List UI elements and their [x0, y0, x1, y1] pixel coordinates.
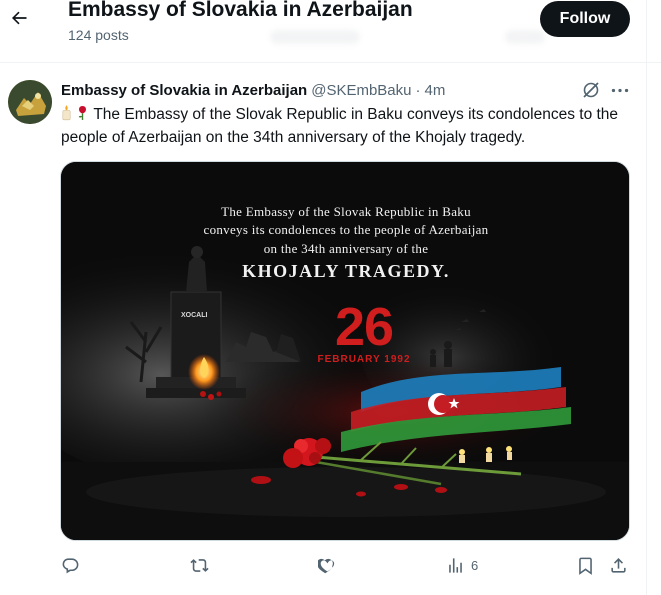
media-date-day: 26 [334, 297, 394, 357]
bookmark-icon [579, 557, 592, 575]
grok-icon [583, 82, 599, 98]
reply-icon [62, 557, 79, 573]
posts-count: 124 posts [68, 27, 129, 43]
media-caption-line1: The Embassy of the Slovak Republic in Ba… [221, 204, 471, 219]
column-border [646, 0, 647, 595]
tweet-header: Embassy of Slovakia in Azerbaijan @SKEmb… [61, 80, 445, 100]
share-icon [611, 557, 626, 573]
repost-button[interactable] [190, 552, 209, 578]
heart-icon [318, 558, 335, 573]
blurred-background [505, 30, 545, 44]
profile-header: Embassy of Slovakia in Azerbaijan 124 po… [0, 0, 661, 60]
follow-button[interactable]: Follow [540, 1, 630, 37]
arrow-left-icon [12, 11, 27, 25]
views-icon [449, 557, 462, 573]
share-button[interactable] [609, 552, 628, 578]
avatar[interactable] [8, 80, 52, 124]
more-button[interactable] [609, 80, 631, 100]
page-title: Embassy of Slovakia in Azerbaijan [68, 0, 413, 21]
author-handle[interactable]: @SKEmbBaku [311, 82, 411, 99]
monument-label: XOCALI [181, 312, 208, 319]
tweet-body: The Embassy of the Slovak Republic in Ba… [61, 106, 619, 146]
tweet-text: The Embassy of the Slovak Republic in Ba… [61, 104, 636, 148]
media-caption-line2: conveys its condolences to the people of… [203, 222, 489, 237]
tweet-actions: 6 [0, 552, 661, 578]
back-button[interactable] [5, 4, 33, 32]
bookmark-button[interactable] [576, 552, 595, 578]
grok-button[interactable] [581, 80, 601, 100]
media-caption-line3: on the 34th anniversary of the [263, 241, 429, 256]
blurred-background [270, 30, 360, 44]
candle-icon [61, 104, 72, 127]
media-date-month: FEBRUARY 1992 [317, 354, 411, 365]
more-icon [611, 88, 629, 92]
like-button[interactable] [318, 552, 337, 578]
author-name[interactable]: Embassy of Slovakia in Azerbaijan [61, 82, 307, 99]
views-button[interactable]: 6 [446, 552, 478, 578]
media-caption-title: KHOJALY TRAGEDY. [242, 261, 450, 281]
views-count: 6 [471, 557, 479, 573]
tweet-time[interactable]: 4m [425, 82, 446, 99]
separator: · [415, 81, 421, 99]
tweet-image[interactable]: The Embassy of the Slovak Republic in Ba… [60, 161, 630, 541]
reply-button[interactable] [61, 552, 80, 578]
header-divider [0, 62, 661, 63]
rose-icon [76, 104, 89, 127]
repost-icon [190, 558, 209, 572]
